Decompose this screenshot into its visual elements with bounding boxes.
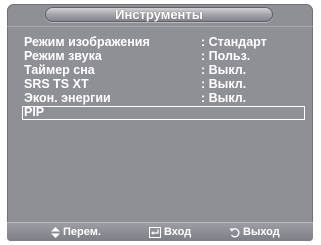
menu-item-value: : Стандарт	[201, 35, 267, 49]
up-down-arrows-icon	[51, 226, 60, 238]
return-icon	[229, 227, 240, 237]
menu-item-picture-mode[interactable]: Режим изображения : Стандарт	[22, 36, 305, 50]
menu-item-label: Режим изображения	[24, 35, 150, 49]
menu-item-srs-ts-xt[interactable]: SRS TS XT : Выкл.	[22, 78, 305, 92]
menu-item-energy-saving[interactable]: Экон. энергии : Выкл.	[22, 92, 305, 106]
menu-item-pip[interactable]: PIP	[22, 106, 305, 120]
menu-item-label: SRS TS XT	[24, 77, 89, 91]
title-divider	[7, 26, 313, 27]
menu-item-value: : Выкл.	[201, 63, 247, 77]
footer-enter-hint: Вход	[149, 226, 191, 238]
menu-item-sound-mode[interactable]: Режим звука : Польз.	[22, 50, 305, 64]
enter-icon	[149, 226, 161, 238]
menu-item-label: Таймер сна	[24, 63, 95, 77]
footer-move-label: Перем.	[63, 226, 101, 238]
menu-item-label: Экон. энергии	[24, 91, 111, 105]
footer-enter-label: Вход	[164, 226, 192, 238]
footer-exit-label: Выход	[243, 226, 280, 238]
menu-item-value: : Выкл.	[201, 91, 247, 105]
menu-item-value: : Польз.	[201, 49, 251, 63]
footer-hint-bar: Перем. Вход Выход	[7, 222, 313, 241]
menu-list: Режим изображения : Стандарт Режим звука…	[22, 36, 305, 120]
menu-item-label: Режим звука	[24, 49, 102, 63]
menu-item-sleep-timer[interactable]: Таймер сна : Выкл.	[22, 64, 305, 78]
tools-menu-screen: Инструменты Режим изображения : Стандарт…	[7, 4, 313, 241]
footer-exit-hint: Выход	[229, 226, 280, 238]
menu-title: Инструменты	[115, 7, 203, 22]
menu-item-value: : Выкл.	[201, 77, 247, 91]
menu-item-label: PIP	[24, 105, 45, 119]
footer-move-hint: Перем.	[51, 226, 101, 238]
title-bar: Инструменты	[45, 7, 273, 22]
